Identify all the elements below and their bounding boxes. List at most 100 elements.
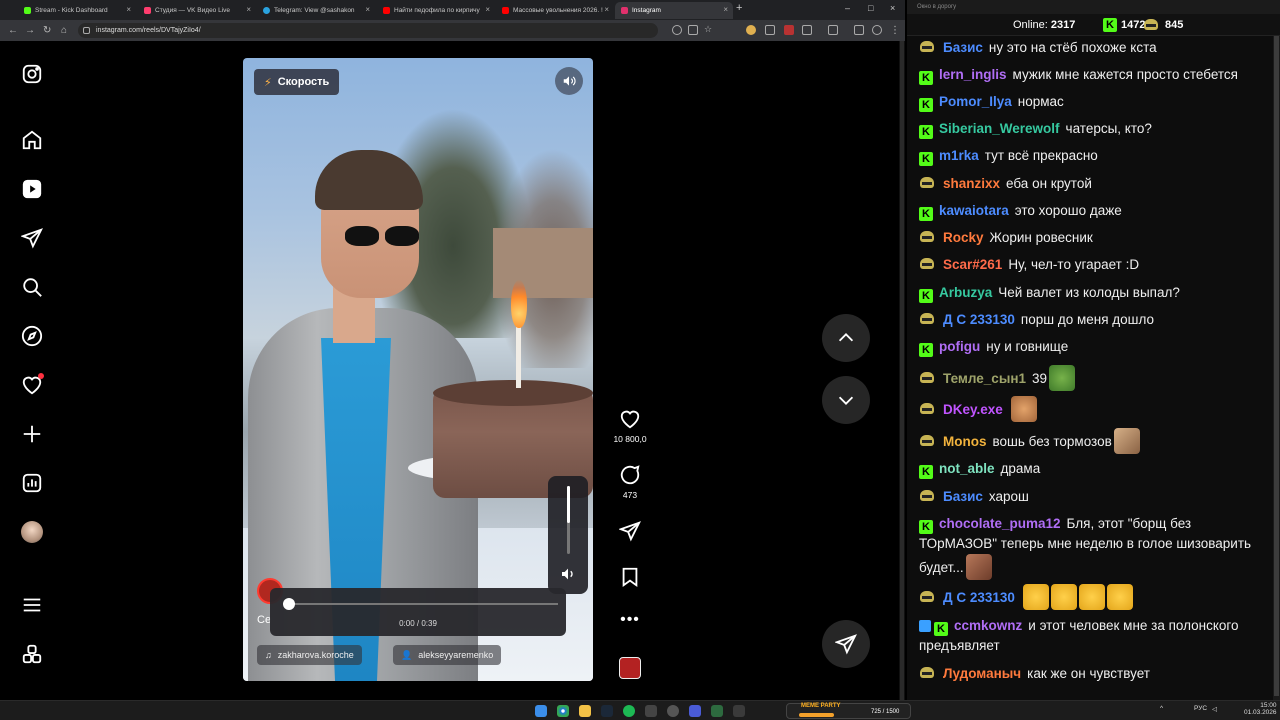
progress-knob[interactable] [283, 598, 295, 610]
meme-party-widget[interactable]: MEME PARTY 725 / 1500 [786, 703, 911, 719]
minimize-button[interactable]: – [845, 3, 850, 13]
next-reel-button[interactable] [822, 376, 870, 424]
close-icon[interactable]: × [126, 5, 131, 14]
home-icon[interactable]: ⌂ [61, 25, 67, 36]
create-plus-icon[interactable] [21, 423, 43, 445]
forward-icon[interactable]: → [25, 25, 35, 36]
window-close-button[interactable]: × [890, 3, 895, 13]
share-button[interactable] [610, 520, 650, 546]
speed-button[interactable]: ⚡ Скорость [254, 69, 340, 95]
tagged-user-link[interactable]: 👤 alekseyyaremenko [393, 645, 502, 665]
chat-nick[interactable]: Темле_сын1 [943, 371, 1026, 386]
audio-link[interactable]: ♫ zakharova.koroche [257, 645, 362, 665]
steam-icon[interactable] [601, 705, 613, 717]
progress-bar[interactable] [288, 603, 558, 605]
tab-kick-dashboard[interactable]: Stream - Kick Dashboard × [18, 2, 136, 19]
chat-nick[interactable]: Arbuzya [939, 285, 992, 300]
search-icon[interactable] [21, 276, 43, 298]
profile-icon[interactable] [872, 25, 882, 35]
previous-reel-button[interactable] [822, 314, 870, 362]
mute-toggle-button[interactable] [555, 67, 583, 95]
save-button[interactable] [610, 566, 650, 592]
chat-nick[interactable]: chocolate_puma12 [939, 516, 1061, 531]
app-icon[interactable] [711, 705, 723, 717]
volume-slider[interactable] [548, 476, 588, 594]
tab-youtube-2[interactable]: Массовые увольнения 2026. ! × [496, 2, 614, 19]
chat-nick[interactable]: shanzixx [943, 176, 1000, 191]
chrome-icon[interactable] [557, 705, 569, 717]
reels-icon[interactable] [21, 178, 43, 200]
explore-compass-icon[interactable] [21, 325, 43, 347]
search-icon[interactable] [672, 25, 682, 35]
site-info-icon[interactable] [83, 27, 90, 34]
direct-messages-icon[interactable] [20, 227, 43, 249]
app-icon[interactable] [667, 705, 679, 717]
reel-video[interactable]: ⚡ Скорость Се 0:00 / 0:39 ♫ zakharova.ko… [243, 58, 593, 681]
profile-avatar[interactable] [21, 521, 43, 543]
chat-nick[interactable]: Базис [943, 489, 983, 504]
comment-button[interactable]: 473 [610, 464, 650, 500]
tab-vk-studio[interactable]: Студия — VK Видео Live × [138, 2, 256, 19]
chat-nick[interactable]: Лудоманыч [943, 666, 1021, 681]
messages-fab-button[interactable] [822, 620, 870, 668]
close-icon[interactable]: × [246, 5, 251, 14]
chat-nick[interactable]: Scar#261 [943, 257, 1002, 272]
chat-nick[interactable]: not_able [939, 461, 995, 476]
extension-icon[interactable] [765, 25, 775, 35]
chat-nick[interactable]: Д С 233130 [943, 312, 1015, 327]
tab-instagram[interactable]: Instagram × [615, 2, 733, 19]
home-icon[interactable] [21, 129, 43, 151]
clock[interactable]: 15:00 01.03.2026 [1244, 702, 1277, 716]
audio-thumbnail[interactable] [619, 657, 641, 679]
address-bar[interactable]: instagram.com/reels/DVTajyZiIo4/ [78, 23, 658, 38]
more-options-icon[interactable]: ••• [610, 611, 650, 629]
chat-nick[interactable]: pofigu [939, 339, 980, 354]
language-indicator[interactable]: РУС [1194, 705, 1207, 712]
chat-nick[interactable]: DKey.exe [943, 402, 1003, 417]
chat-nick[interactable]: Pomor_Ilya [939, 94, 1012, 109]
chat-nick[interactable]: ccmkownz [954, 618, 1022, 633]
dashboard-icon[interactable] [21, 472, 43, 494]
like-button[interactable]: 10 800,0 [610, 408, 650, 444]
tray-chevron-icon[interactable]: ^ [1160, 705, 1163, 712]
notifications-heart-icon[interactable] [21, 373, 44, 396]
speaker-icon[interactable]: ◁ [1212, 705, 1217, 713]
tab-telegram[interactable]: Telegram: View @sashakon × [257, 2, 375, 19]
chat-nick[interactable]: Базис [943, 40, 983, 55]
cast-icon[interactable] [688, 25, 698, 35]
tab-youtube-1[interactable]: Найти педофила по кирпичу × [377, 2, 495, 19]
download-icon[interactable] [828, 25, 838, 35]
close-icon[interactable]: × [485, 5, 490, 14]
chat-nick[interactable]: Rocky [943, 230, 984, 245]
close-icon[interactable]: × [604, 5, 609, 14]
also-from-meta-icon[interactable] [21, 643, 43, 665]
chat-nick[interactable]: Д С 233130 [943, 590, 1015, 605]
back-icon[interactable]: ← [8, 25, 18, 36]
close-icon[interactable]: × [723, 5, 728, 14]
menu-icon[interactable]: ⋮ [890, 25, 900, 36]
sidebar-icon[interactable] [854, 25, 864, 35]
new-tab-button[interactable]: + [736, 2, 742, 14]
close-icon[interactable]: × [365, 5, 370, 14]
chat-nick[interactable]: Siberian_Werewolf [939, 121, 1060, 136]
folder-icon[interactable] [579, 705, 591, 717]
app-icon[interactable] [689, 705, 701, 717]
spotify-icon[interactable] [623, 705, 635, 717]
chat-nick[interactable]: m1rka [939, 148, 979, 163]
instagram-logo-icon[interactable] [21, 63, 43, 85]
start-windows-icon[interactable] [535, 705, 547, 717]
extension-icon[interactable] [746, 25, 756, 35]
reload-icon[interactable]: ↻ [43, 25, 51, 36]
chat-nick[interactable]: kawaiotara [939, 203, 1009, 218]
extensions-puzzle-icon[interactable] [802, 25, 812, 35]
more-menu-icon[interactable] [21, 594, 43, 616]
maximize-button[interactable]: □ [868, 3, 873, 13]
chat-nick[interactable]: lern_inglis [939, 67, 1007, 82]
chat-nick[interactable]: Monos [943, 434, 987, 449]
obs-icon[interactable] [645, 705, 657, 717]
app-icon[interactable] [733, 705, 745, 717]
extension-icon[interactable] [784, 25, 794, 35]
chat-scrollbar[interactable] [1273, 36, 1280, 700]
bookmark-star-icon[interactable]: ☆ [704, 24, 714, 34]
page-scrollbar[interactable] [899, 41, 905, 700]
